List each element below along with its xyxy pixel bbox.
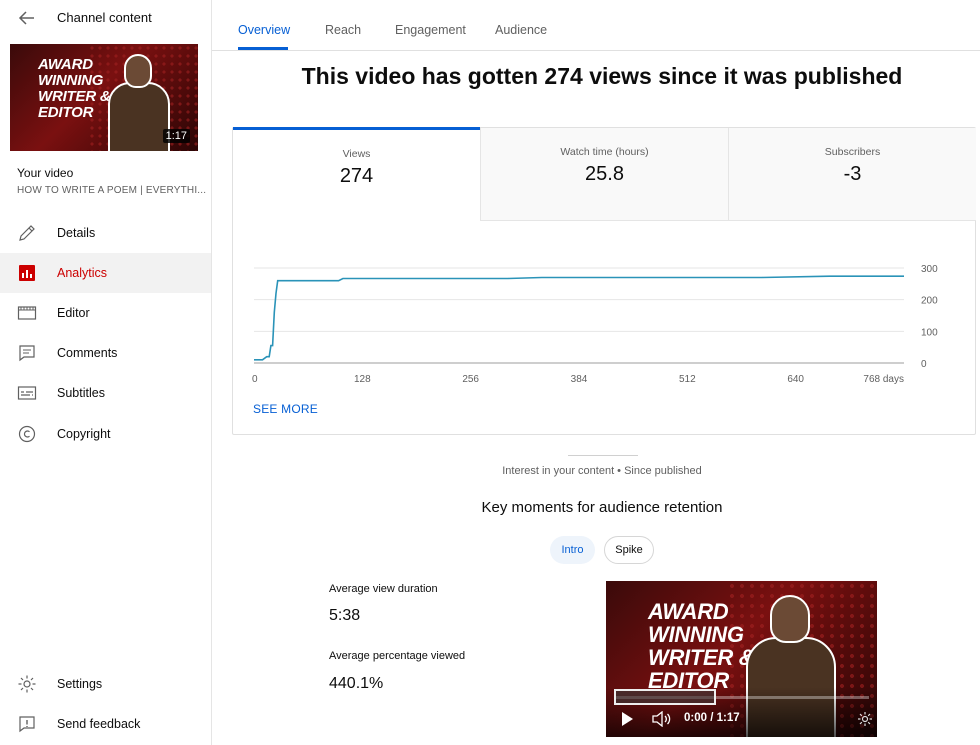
metric-label: Views bbox=[342, 148, 371, 160]
interest-caption: Interest in your content • Since publish… bbox=[502, 465, 702, 477]
player-line: AWARD bbox=[648, 599, 729, 624]
sidebar-item-analytics[interactable]: Analytics bbox=[0, 253, 211, 293]
pencil-icon bbox=[19, 225, 35, 241]
player-line: WRITER & bbox=[648, 645, 755, 670]
metric-tab-views[interactable]: Views 274 bbox=[233, 127, 480, 221]
subtitles-icon bbox=[17, 386, 37, 400]
chart-series-line bbox=[254, 275, 904, 361]
chip-intro[interactable]: Intro bbox=[550, 536, 595, 564]
player-settings-icon[interactable] bbox=[857, 711, 873, 727]
chart-x-tick-label: 512 bbox=[679, 374, 696, 385]
video-player[interactable]: AWARD WINNING WRITER & EDITOR 0:00 / 1:1… bbox=[606, 581, 877, 737]
chart-x-tick-label: 768 days bbox=[863, 374, 904, 385]
sidebar-item-label: Subtitles bbox=[57, 386, 105, 400]
sidebar-item-editor[interactable]: Editor bbox=[0, 293, 211, 333]
player-time: 0:00 / 1:17 bbox=[684, 712, 740, 724]
chart-x-tick-label: 640 bbox=[787, 374, 804, 385]
video-title: HOW TO WRITE A POEM | EVERYTHI... bbox=[17, 185, 207, 196]
avg-view-duration-value: 5:38 bbox=[329, 607, 361, 624]
video-thumbnail[interactable]: AWARD WINNING WRITER & EDITOR 1:17 bbox=[10, 44, 198, 151]
chart-y-tick-label: 200 bbox=[921, 296, 938, 307]
views-line-chart[interactable]: 0 100 200 300 0 128 256 384 512 640 768 days bbox=[233, 248, 975, 398]
avg-view-duration-label: Average view duration bbox=[329, 583, 438, 595]
chart-x-tick-label: 128 bbox=[354, 374, 371, 385]
metric-tab-watch-time[interactable]: Watch time (hours) 25.8 bbox=[480, 128, 728, 221]
your-video-label: Your video bbox=[17, 166, 74, 180]
metric-value: -3 bbox=[843, 163, 862, 185]
gear-icon bbox=[18, 675, 36, 693]
key-moments-title: Key moments for audience retention bbox=[481, 499, 723, 516]
section-divider bbox=[568, 455, 638, 456]
volume-icon[interactable] bbox=[652, 711, 672, 727]
overview-card: Views 274 Watch time (hours) 25.8 Subscr… bbox=[232, 127, 976, 435]
sidebar-title: Channel content bbox=[57, 10, 152, 25]
page-headline: This video has gotten 274 views since it… bbox=[301, 63, 903, 89]
see-more-link[interactable]: SEE MORE bbox=[253, 402, 318, 416]
thumbnail-line: WRITER & bbox=[38, 88, 111, 105]
tab-overview[interactable]: Overview bbox=[238, 23, 290, 37]
sidebar-item-settings[interactable]: Settings bbox=[0, 664, 211, 704]
sidebar-item-label: Comments bbox=[57, 346, 118, 360]
thumbnail-person bbox=[108, 54, 170, 151]
video-duration-badge: 1:17 bbox=[162, 129, 190, 143]
player-storyboard-preview bbox=[614, 689, 716, 705]
sidebar-item-comments[interactable]: Comments bbox=[0, 333, 211, 373]
player-thumbnail-text: AWARD WINNING WRITER & EDITOR bbox=[648, 599, 755, 692]
tab-reach[interactable]: Reach bbox=[325, 23, 361, 37]
chart-y-tick-label: 100 bbox=[921, 327, 938, 338]
metric-tab-subscribers[interactable]: Subscribers -3 bbox=[728, 128, 976, 221]
chart-y-tick-label: 0 bbox=[921, 359, 927, 370]
copyright-icon bbox=[18, 425, 36, 443]
back-arrow-icon[interactable] bbox=[17, 8, 37, 28]
metric-label: Watch time (hours) bbox=[560, 146, 649, 158]
thumbnail-line: WINNING bbox=[38, 72, 104, 89]
chart-y-tick-label: 300 bbox=[921, 264, 938, 275]
chip-spike[interactable]: Spike bbox=[604, 536, 654, 564]
avg-percentage-label: Average percentage viewed bbox=[329, 650, 466, 662]
sidebar-item-label: Details bbox=[57, 226, 96, 240]
metric-value: 25.8 bbox=[585, 163, 624, 185]
chart-x-tick-label: 0 bbox=[252, 374, 258, 385]
thumbnail-text: AWARD WINNING WRITER & EDITOR bbox=[38, 57, 111, 121]
analytics-tabs: Overview Reach Engagement Audience bbox=[212, 0, 980, 51]
film-icon bbox=[17, 306, 37, 320]
tab-audience[interactable]: Audience bbox=[495, 23, 547, 37]
sidebar-item-subtitles[interactable]: Subtitles bbox=[0, 373, 211, 413]
metric-label: Subscribers bbox=[824, 146, 881, 158]
sidebar-item-label: Settings bbox=[57, 677, 103, 691]
feedback-icon bbox=[19, 716, 35, 733]
metric-value: 274 bbox=[339, 165, 374, 187]
chart-x-tick-label: 256 bbox=[462, 374, 479, 385]
sidebar-header: Channel content bbox=[0, 0, 211, 36]
thumbnail-line: AWARD bbox=[38, 56, 93, 73]
chart-x-tick-label: 384 bbox=[571, 374, 588, 385]
sidebar-item-label: Send feedback bbox=[57, 717, 141, 731]
sidebar-item-label: Analytics bbox=[57, 266, 108, 280]
active-tab-indicator bbox=[238, 47, 288, 50]
sidebar-item-label: Copyright bbox=[57, 427, 111, 441]
tab-engagement[interactable]: Engagement bbox=[395, 23, 466, 37]
play-icon[interactable] bbox=[620, 711, 634, 727]
sidebar-item-send-feedback[interactable]: Send feedback bbox=[0, 704, 211, 744]
sidebar-item-details[interactable]: Details bbox=[0, 213, 211, 253]
comment-icon bbox=[19, 345, 35, 362]
player-line: WINNING bbox=[648, 622, 744, 647]
sidebar-item-copyright[interactable]: Copyright bbox=[0, 414, 211, 454]
main-content: Overview Reach Engagement Audience This … bbox=[212, 0, 980, 745]
sidebar-item-label: Editor bbox=[57, 306, 90, 320]
sidebar: Channel content AWARD WINNING WRITER & E… bbox=[0, 0, 212, 745]
thumbnail-line: EDITOR bbox=[38, 104, 94, 121]
analytics-icon bbox=[19, 265, 35, 281]
avg-percentage-value: 440.1% bbox=[329, 675, 384, 692]
